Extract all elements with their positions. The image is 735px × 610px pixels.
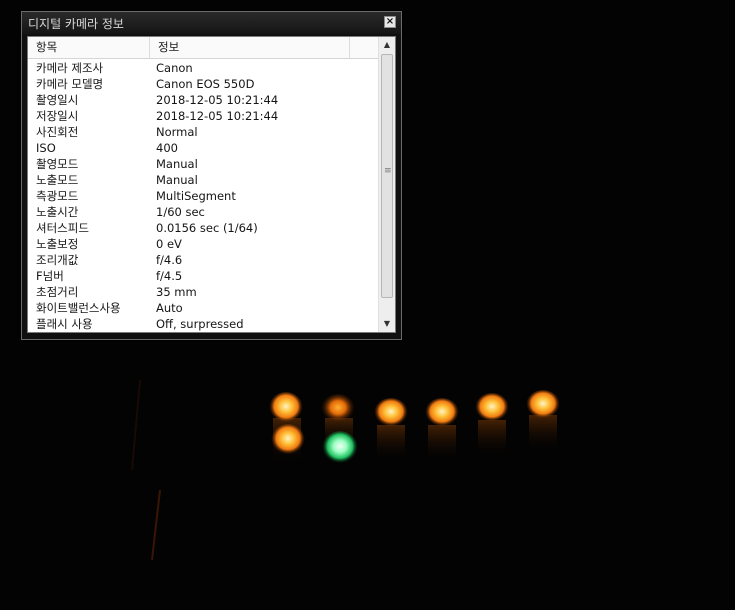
item-name: 노출모드 [36, 173, 79, 187]
item-name: 노출보정 [36, 237, 79, 251]
item-name: 촬영일시 [36, 93, 79, 107]
close-button[interactable]: × [384, 16, 396, 28]
item-name: 화이트밸런스사용 [36, 301, 121, 315]
list-item[interactable]: 화이트밸런스사용 Auto [28, 300, 379, 316]
window-title: 디지털 카메라 정보 [28, 17, 124, 31]
list-item[interactable]: 초점거리 35 mm [28, 284, 379, 300]
list-item[interactable]: 노출시간 1/60 sec [28, 204, 379, 220]
item-value: Normal [156, 125, 198, 139]
item-name: F넘버 [36, 269, 64, 283]
vertical-scrollbar[interactable]: ▲ ≡ ▼ [378, 37, 395, 332]
item-value: Manual [156, 173, 198, 187]
info-list: 항목 정보 카메라 제조사 Canon 카메라 모델명 Canon EOS 550D 촬… [27, 36, 396, 333]
item-value: f/4.5 [156, 269, 183, 283]
camera-info-window: 디지털 카메라 정보 × 항목 정보 카메라 제조사 Canon 카메라 모델명 Ca… [21, 11, 402, 340]
scroll-up-icon[interactable]: ▲ [379, 37, 395, 53]
item-value: 1/60 sec [156, 205, 205, 219]
item-name: 카메라 모델명 [36, 77, 104, 91]
list-item[interactable]: F넘버 f/4.5 [28, 268, 379, 284]
led-streak [529, 415, 557, 450]
item-value: 0 eV [156, 237, 182, 251]
list-item[interactable]: 카메라 제조사 Canon [28, 60, 379, 76]
list-item[interactable]: 노출보정 0 eV [28, 236, 379, 252]
item-value: Auto [156, 301, 183, 315]
list-item[interactable]: 촬영모드 Manual [28, 156, 379, 172]
list-header: 항목 정보 [28, 37, 379, 59]
list-item[interactable]: 측광모드 MultiSegment [28, 188, 379, 204]
item-value: f/4.6 [156, 253, 183, 267]
item-value: MultiSegment [156, 189, 236, 203]
led-orange [271, 424, 305, 456]
grip-icon: ≡ [384, 166, 392, 176]
list-item[interactable]: 노출모드 Manual [28, 172, 379, 188]
list-rows: 카메라 제조사 Canon 카메라 모델명 Canon EOS 550D 촬영일시 201… [28, 60, 379, 332]
led-orange [475, 393, 509, 423]
item-value: Manual [156, 157, 198, 171]
list-item[interactable]: 조리개값 f/4.6 [28, 252, 379, 268]
item-name: 카메라 제조사 [36, 61, 104, 75]
led-orange [321, 394, 355, 424]
item-name: 측광모드 [36, 189, 79, 203]
item-name: 초점거리 [36, 285, 79, 299]
led-orange [269, 392, 303, 424]
item-name: 노출시간 [36, 205, 79, 219]
item-name: ISO [36, 141, 56, 155]
item-name: 셔터스피드 [36, 221, 89, 235]
list-item[interactable]: 카메라 모델명 Canon EOS 550D [28, 76, 379, 92]
list-item[interactable]: 플래시 사용 Off, surpressed [28, 316, 379, 332]
item-value: Canon EOS 550D [156, 77, 255, 91]
item-value: 0.0156 sec (1/64) [156, 221, 258, 235]
item-name: 조리개값 [36, 253, 79, 267]
list-item[interactable]: 사진회전 Normal [28, 124, 379, 140]
led-orange [425, 398, 459, 428]
item-name: 사진회전 [36, 125, 79, 139]
list-item[interactable]: 저장일시 2018-12-05 10:21:44 [28, 108, 379, 124]
led-orange [374, 398, 408, 428]
item-value: 2018-12-05 10:21:44 [156, 93, 279, 107]
item-value: Canon [156, 61, 193, 75]
scroll-down-icon[interactable]: ▼ [379, 316, 395, 332]
item-name: 촬영모드 [36, 157, 79, 171]
list-item[interactable]: 촬영일시 2018-12-05 10:21:44 [28, 92, 379, 108]
title-bar[interactable]: 디지털 카메라 정보 × [22, 12, 401, 34]
item-value: 35 mm [156, 285, 197, 299]
led-green [322, 431, 358, 465]
list-item[interactable]: 셔터스피드 0.0156 sec (1/64) [28, 220, 379, 236]
item-name: 플래시 사용 [36, 317, 93, 331]
scroll-thumb[interactable]: ≡ [381, 54, 393, 298]
column-header-item[interactable]: 항목 [28, 37, 150, 58]
led-streak [428, 425, 456, 460]
led-streak [377, 425, 405, 460]
item-value: 400 [156, 141, 178, 155]
item-value: Off, surpressed [156, 317, 244, 331]
item-value: 2018-12-05 10:21:44 [156, 109, 279, 123]
led-streak [478, 420, 506, 455]
column-header-info[interactable]: 정보 [150, 37, 350, 58]
list-item[interactable]: ISO 400 [28, 140, 379, 156]
led-orange [526, 390, 560, 420]
item-name: 저장일시 [36, 109, 79, 123]
